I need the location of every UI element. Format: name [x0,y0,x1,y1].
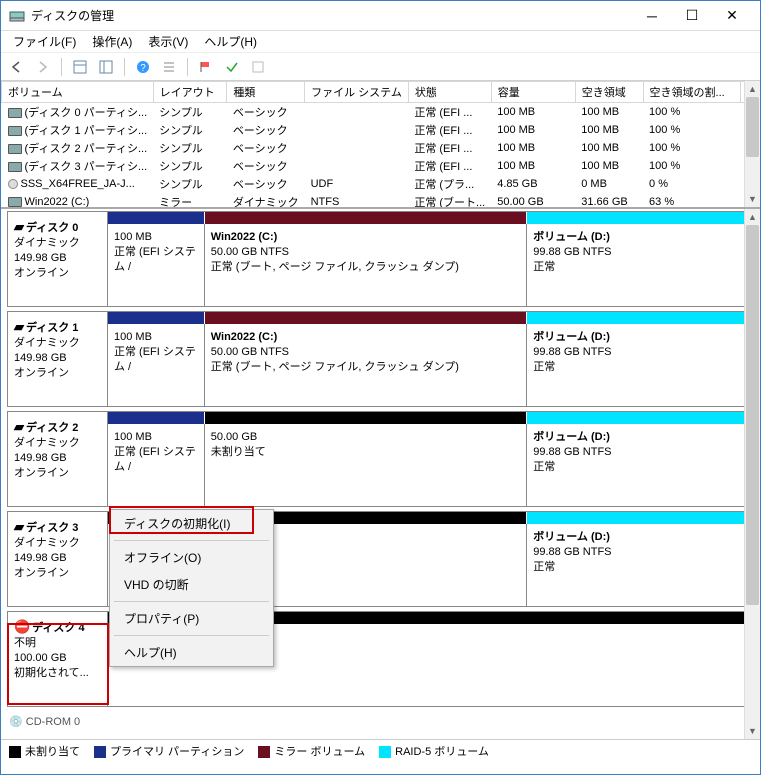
partition-cell[interactable]: 100 MB正常 (EFI システム / [108,424,205,506]
partition-cell[interactable]: Win2022 (C:)50.00 GB NTFS正常 (ブート, ページ ファ… [205,224,528,306]
volume-icon [8,108,22,118]
disk-icon: ⛔ [14,619,30,634]
column-header[interactable]: 空き領域の割... [643,82,741,103]
window-buttons: ─ ☐ ✕ [632,2,752,30]
volume-row[interactable]: Win2022 (C:)ミラーダイナミックNTFS正常 (ブート...50.00… [2,193,760,209]
column-header[interactable]: 状態 [408,82,491,103]
disk-info[interactable]: ⛔ディスク 4不明100.00 GB初期化されて... [8,612,108,706]
app-icon [9,8,25,24]
partition-color-bar [108,212,205,224]
forward-button[interactable] [33,57,53,77]
cdrom-icon: 💿 [9,716,23,728]
disk-info[interactable]: ▰ディスク 1ダイナミック149.98 GBオンライン [8,312,108,406]
disk-icon: ▰ [14,519,24,534]
toolbar-view1[interactable] [70,57,90,77]
toolbar-flag[interactable] [196,57,216,77]
upper-scrollbar[interactable]: ▲ ▼ [744,81,760,207]
partition-cell[interactable]: 50.00 GB未割り当て [205,424,528,506]
disk-map-pane: ▰ディスク 0ダイナミック149.98 GBオンライン100 MB正常 (EFI… [1,209,760,739]
toolbar-view2[interactable] [96,57,116,77]
lower-scrollbar[interactable]: ▲ ▼ [744,209,760,739]
help-icon[interactable]: ? [133,57,153,77]
disk-row: ▰ディスク 0ダイナミック149.98 GBオンライン100 MB正常 (EFI… [7,211,754,307]
partition-cell[interactable]: ボリューム (D:)99.88 GB NTFS正常 [527,424,753,506]
volume-row[interactable]: SSS_X64FREE_JA-J...シンプルベーシックUDF正常 (プラ...… [2,175,760,193]
partition-cell[interactable]: ボリューム (D:)99.88 GB NTFS正常 [527,224,753,306]
partition-color-bar [205,412,528,424]
partition-color-bar [527,512,753,524]
ctx-offline[interactable]: オフライン(O) [110,544,273,571]
disk-info[interactable]: ▰ディスク 0ダイナミック149.98 GBオンライン [8,212,108,306]
legend: 未割り当てプライマリ パーティションミラー ボリューム RAID-5 ボリューム [1,739,760,761]
svg-text:?: ? [140,63,146,74]
window-title: ディスクの管理 [31,7,632,24]
volume-list-pane: ボリュームレイアウト種類ファイル システム状態容量空き領域空き領域の割... (… [1,81,760,209]
disk-icon: ▰ [14,419,24,434]
cdrom-label: CD-ROM 0 [26,716,80,728]
volume-icon [8,144,22,154]
partition-color-bar [527,412,753,424]
partition-color-bar [205,212,528,224]
titlebar: ディスクの管理 ─ ☐ ✕ [1,1,760,31]
column-header[interactable]: レイアウト [153,82,227,103]
volume-row[interactable]: (ディスク 2 パーティシ...シンプルベーシック正常 (EFI ...100 … [2,139,760,157]
toolbar: ? [1,53,760,81]
menubar: ファイル(F) 操作(A) 表示(V) ヘルプ(H) [1,31,760,53]
partition-cell[interactable]: 100 MB正常 (EFI システム / [108,324,205,406]
menu-view[interactable]: 表示(V) [142,31,194,52]
partition-color-bar [205,312,528,324]
partition-color-bar [527,312,753,324]
disk-row: ▰ディスク 2ダイナミック149.98 GBオンライン100 MB正常 (EFI… [7,411,754,507]
close-button[interactable]: ✕ [712,2,752,30]
ctx-detach-vhd[interactable]: VHD の切断 [110,571,273,598]
partition-cell[interactable]: 100 MB正常 (EFI システム / [108,224,205,306]
volume-icon [8,197,22,207]
volume-row[interactable]: (ディスク 1 パーティシ...シンプルベーシック正常 (EFI ...100 … [2,121,760,139]
menu-action[interactable]: 操作(A) [86,31,138,52]
ctx-help[interactable]: ヘルプ(H) [110,639,273,666]
partition-cell[interactable]: ボリューム (D:)99.88 GB NTFS正常 [527,324,753,406]
volume-icon [8,126,22,136]
partition-cell[interactable]: ボリューム (D:)99.88 GB NTFS正常 [527,524,753,606]
toolbar-list[interactable] [159,57,179,77]
partition-color-bar [108,412,205,424]
volume-table: ボリュームレイアウト種類ファイル システム状態容量空き領域空き領域の割... (… [1,81,760,209]
menu-help[interactable]: ヘルプ(H) [198,31,263,52]
minimize-button[interactable]: ─ [632,2,672,30]
column-header[interactable]: 種類 [227,82,305,103]
column-header[interactable]: 容量 [491,82,575,103]
legend-item: 未割り当て [9,743,80,759]
menu-file[interactable]: ファイル(F) [7,31,82,52]
legend-item: RAID-5 ボリューム [379,743,489,759]
disk-icon: ▰ [14,319,24,334]
column-header[interactable]: 空き領域 [575,82,643,103]
volume-icon [8,162,22,172]
disk-info[interactable]: ▰ディスク 2ダイナミック149.98 GBオンライン [8,412,108,506]
disk-info[interactable]: ▰ディスク 3ダイナミック149.98 GBオンライン [8,512,108,606]
partition-color-bar [108,312,205,324]
cdrom-icon [8,179,18,189]
column-header[interactable]: ボリューム [2,82,154,103]
maximize-button[interactable]: ☐ [672,2,712,30]
ctx-properties[interactable]: プロパティ(P) [110,605,273,632]
ctx-initialize-disk[interactable]: ディスクの初期化(I) [110,510,273,537]
toolbar-settings[interactable] [248,57,268,77]
column-header[interactable]: ファイル システム [305,82,409,103]
disk-row: ▰ディスク 1ダイナミック149.98 GBオンライン100 MB正常 (EFI… [7,311,754,407]
partition-cell[interactable]: Win2022 (C:)50.00 GB NTFS正常 (ブート, ページ ファ… [205,324,528,406]
volume-row[interactable]: (ディスク 0 パーティシ...シンプルベーシック正常 (EFI ...100 … [2,103,760,122]
back-button[interactable] [7,57,27,77]
volume-row[interactable]: (ディスク 3 パーティシ...シンプルベーシック正常 (EFI ...100 … [2,157,760,175]
toolbar-check[interactable] [222,57,242,77]
disk-icon: ▰ [14,219,24,234]
legend-item: プライマリ パーティション [94,743,244,759]
partition-color-bar [527,212,753,224]
legend-item: ミラー ボリューム [258,743,365,759]
context-menu: ディスクの初期化(I) オフライン(O) VHD の切断 プロパティ(P) ヘル… [109,509,274,667]
